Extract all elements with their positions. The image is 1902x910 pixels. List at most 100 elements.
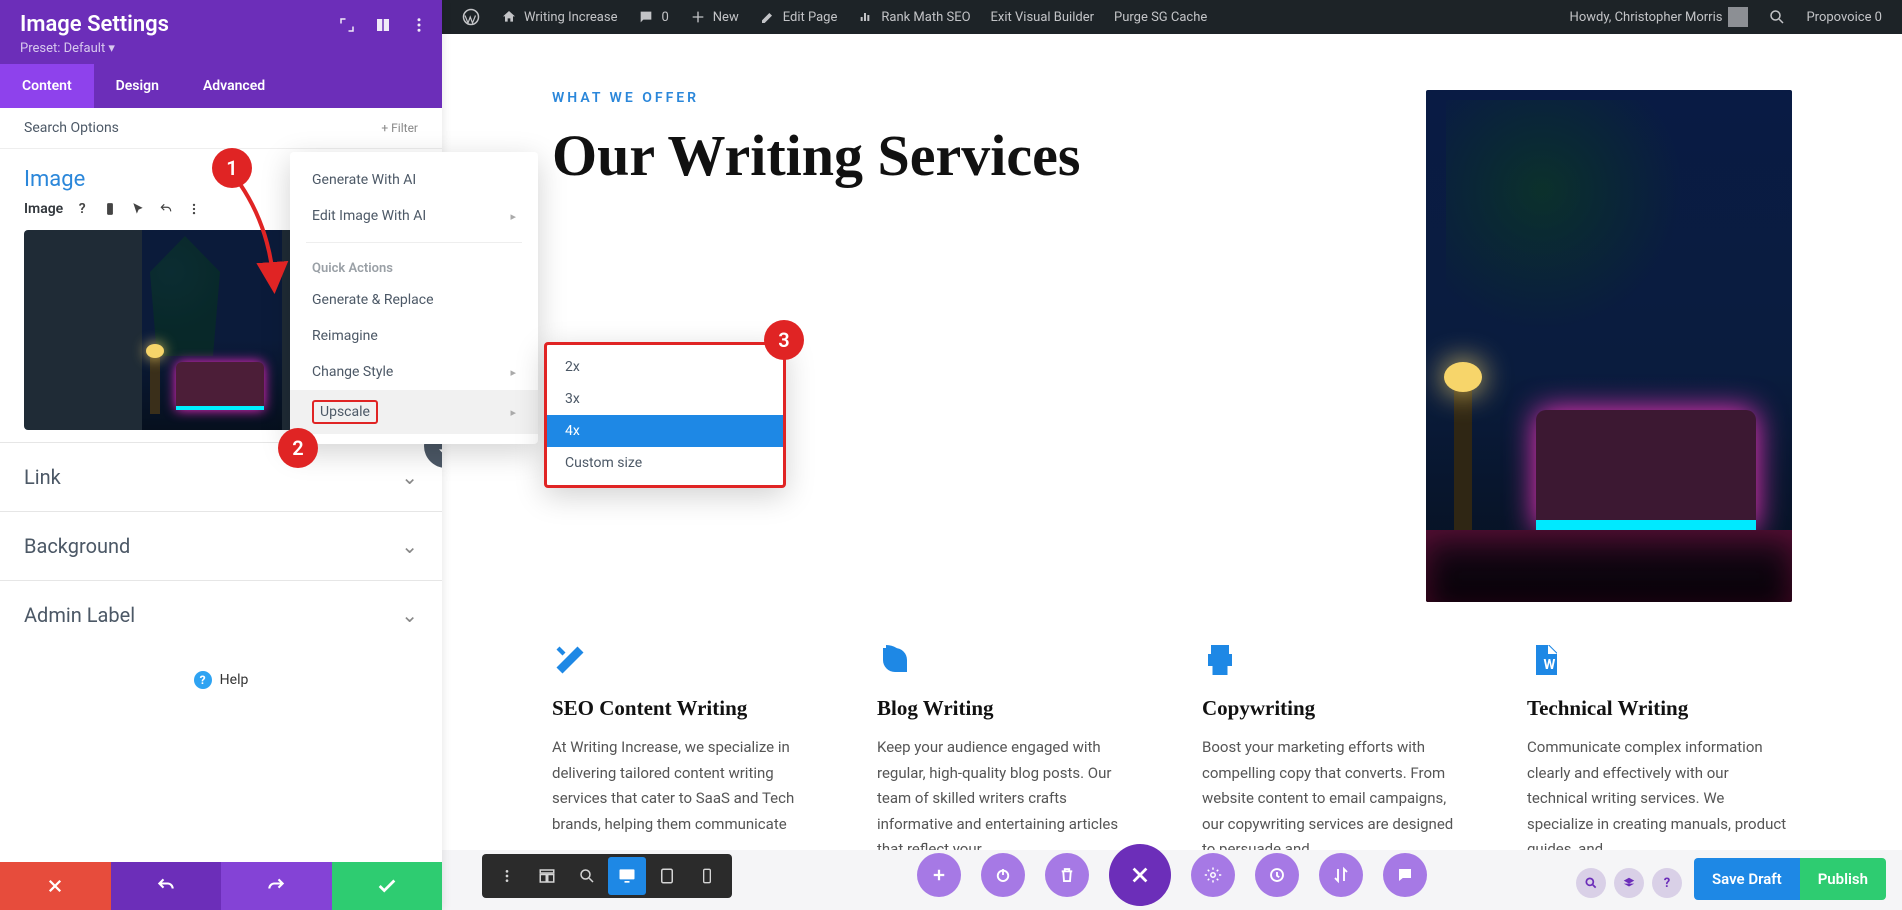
mini-search[interactable]	[1576, 868, 1606, 898]
submenu-2x[interactable]: 2x	[547, 351, 783, 383]
plus-icon	[689, 8, 707, 26]
propovoice-label: Propovoice 0	[1806, 10, 1882, 25]
publish-controls: Save Draft Publish	[1694, 858, 1886, 900]
wp-logo[interactable]	[452, 0, 490, 34]
callout-1: 1	[212, 148, 252, 188]
submenu-custom[interactable]: Custom size	[547, 447, 783, 479]
save-draft-button[interactable]: Save Draft	[1694, 858, 1800, 900]
desktop-icon[interactable]	[608, 857, 646, 895]
howdy-user[interactable]: Howdy, Christopher Morris	[1560, 0, 1759, 34]
columns-icon[interactable]	[374, 16, 392, 34]
panel-footer	[0, 862, 442, 910]
undo-button[interactable]	[111, 862, 222, 910]
accordion-background[interactable]: Background ⌄	[0, 511, 442, 580]
tab-design[interactable]: Design	[94, 64, 181, 108]
field-image-text: Image	[24, 201, 63, 217]
undo-icon[interactable]	[157, 200, 175, 218]
menu-upscale[interactable]: Upscale▸	[290, 390, 538, 434]
cursor-icon[interactable]	[129, 200, 147, 218]
cancel-button[interactable]	[0, 862, 111, 910]
expand-icon[interactable]	[338, 16, 356, 34]
home-icon	[500, 8, 518, 26]
kebab-field-icon[interactable]	[185, 200, 203, 218]
submenu-3x[interactable]: 3x	[547, 383, 783, 415]
phone-icon[interactable]	[101, 200, 119, 218]
search-options[interactable]: Search Options + Filter	[0, 108, 442, 149]
search-options-label: Search Options	[24, 120, 119, 136]
avatar	[1728, 7, 1748, 27]
accordion-admin-label[interactable]: Admin Label⌄	[0, 580, 442, 649]
chat-button[interactable]	[1383, 853, 1427, 897]
wp-admin-bar: Writing Increase 0 New Edit Page Rank Ma…	[442, 0, 1902, 34]
pencil-icon	[759, 8, 777, 26]
site-name[interactable]: Writing Increase	[490, 0, 627, 34]
callout-3: 3	[764, 320, 804, 360]
edit-page[interactable]: Edit Page	[749, 0, 848, 34]
mini-help[interactable]: ?	[1652, 868, 1682, 898]
eyebrow: WHAT WE OFFER	[552, 90, 1366, 106]
wireframe-icon[interactable]	[528, 857, 566, 895]
menu-generate-replace[interactable]: Generate & Replace	[290, 282, 538, 318]
service-technical: W Technical Writing Communicate complex …	[1527, 642, 1792, 850]
propovoice[interactable]: Propovoice 0	[1796, 0, 1892, 34]
menu-quick-heading: Quick Actions	[290, 251, 538, 282]
history-button[interactable]	[1255, 853, 1299, 897]
accordion-bg-label: Background	[24, 534, 130, 558]
context-submenu-upscale: 2x 3x 4x Custom size	[544, 342, 786, 488]
help-label: Help	[220, 672, 249, 688]
menu-change-style[interactable]: Change Style▸	[290, 354, 538, 390]
menu-reimagine[interactable]: Reimagine	[290, 318, 538, 354]
purge-cache[interactable]: Purge SG Cache	[1104, 0, 1217, 34]
comments-count: 0	[661, 10, 668, 25]
submenu-4x[interactable]: 4x	[547, 415, 783, 447]
purge-cache-label: Purge SG Cache	[1114, 10, 1207, 25]
filter-button[interactable]: + Filter	[381, 121, 418, 135]
chart-icon	[857, 8, 875, 26]
help-icon[interactable]: ?	[73, 200, 91, 218]
tab-advanced[interactable]: Advanced	[181, 64, 287, 108]
settings-panel: Image Settings Preset: Default ▾ Content…	[0, 0, 442, 910]
confirm-button[interactable]	[332, 862, 443, 910]
tab-content[interactable]: Content	[0, 64, 94, 108]
power-button[interactable]	[981, 853, 1025, 897]
publish-button[interactable]: Publish	[1800, 858, 1886, 900]
kebab-icon[interactable]	[488, 857, 526, 895]
new-content[interactable]: New	[679, 0, 749, 34]
exit-builder[interactable]: Exit Visual Builder	[981, 0, 1104, 34]
phone-icon[interactable]	[688, 857, 726, 895]
zoom-icon[interactable]	[568, 857, 606, 895]
trash-button[interactable]	[1045, 853, 1089, 897]
chevron-right-icon: ▸	[510, 406, 516, 419]
mini-layers[interactable]	[1614, 868, 1644, 898]
help-link[interactable]: ? Help	[0, 649, 442, 711]
comments[interactable]: 0	[627, 0, 678, 34]
accordion-link[interactable]: Link⌄	[0, 442, 442, 511]
blog-icon	[877, 642, 913, 678]
panel-preset[interactable]: Preset: Default ▾	[20, 41, 422, 56]
search[interactable]	[1758, 0, 1796, 34]
arrow-icon	[230, 178, 290, 298]
builder-center-controls	[917, 844, 1427, 906]
printer-icon	[1202, 642, 1238, 678]
comment-icon	[637, 8, 655, 26]
menu-edit-ai[interactable]: Edit Image With AI▸	[290, 198, 538, 234]
menu-divider	[306, 242, 522, 243]
menu-generate-ai[interactable]: Generate With AI	[290, 162, 538, 198]
tablet-icon[interactable]	[648, 857, 686, 895]
help-circle-icon: ?	[194, 671, 212, 689]
new-label: New	[713, 10, 739, 25]
close-builder-button[interactable]	[1109, 844, 1171, 906]
sort-button[interactable]	[1319, 853, 1363, 897]
kebab-icon[interactable]	[410, 16, 428, 34]
settings-button[interactable]	[1191, 853, 1235, 897]
mini-controls: ?	[1576, 868, 1682, 898]
page-heading: Our Writing Services	[552, 124, 1366, 188]
add-button[interactable]	[917, 853, 961, 897]
chevron-down-icon: ⌄	[401, 534, 418, 558]
hero-image[interactable]	[1426, 90, 1792, 602]
service-seo: SEO Content Writing At Writing Increase,…	[552, 642, 817, 850]
rank-math[interactable]: Rank Math SEO	[847, 0, 980, 34]
chevron-right-icon: ▸	[510, 210, 516, 223]
redo-button[interactable]	[221, 862, 332, 910]
service-desc: Communicate complex information clearly …	[1527, 735, 1792, 850]
